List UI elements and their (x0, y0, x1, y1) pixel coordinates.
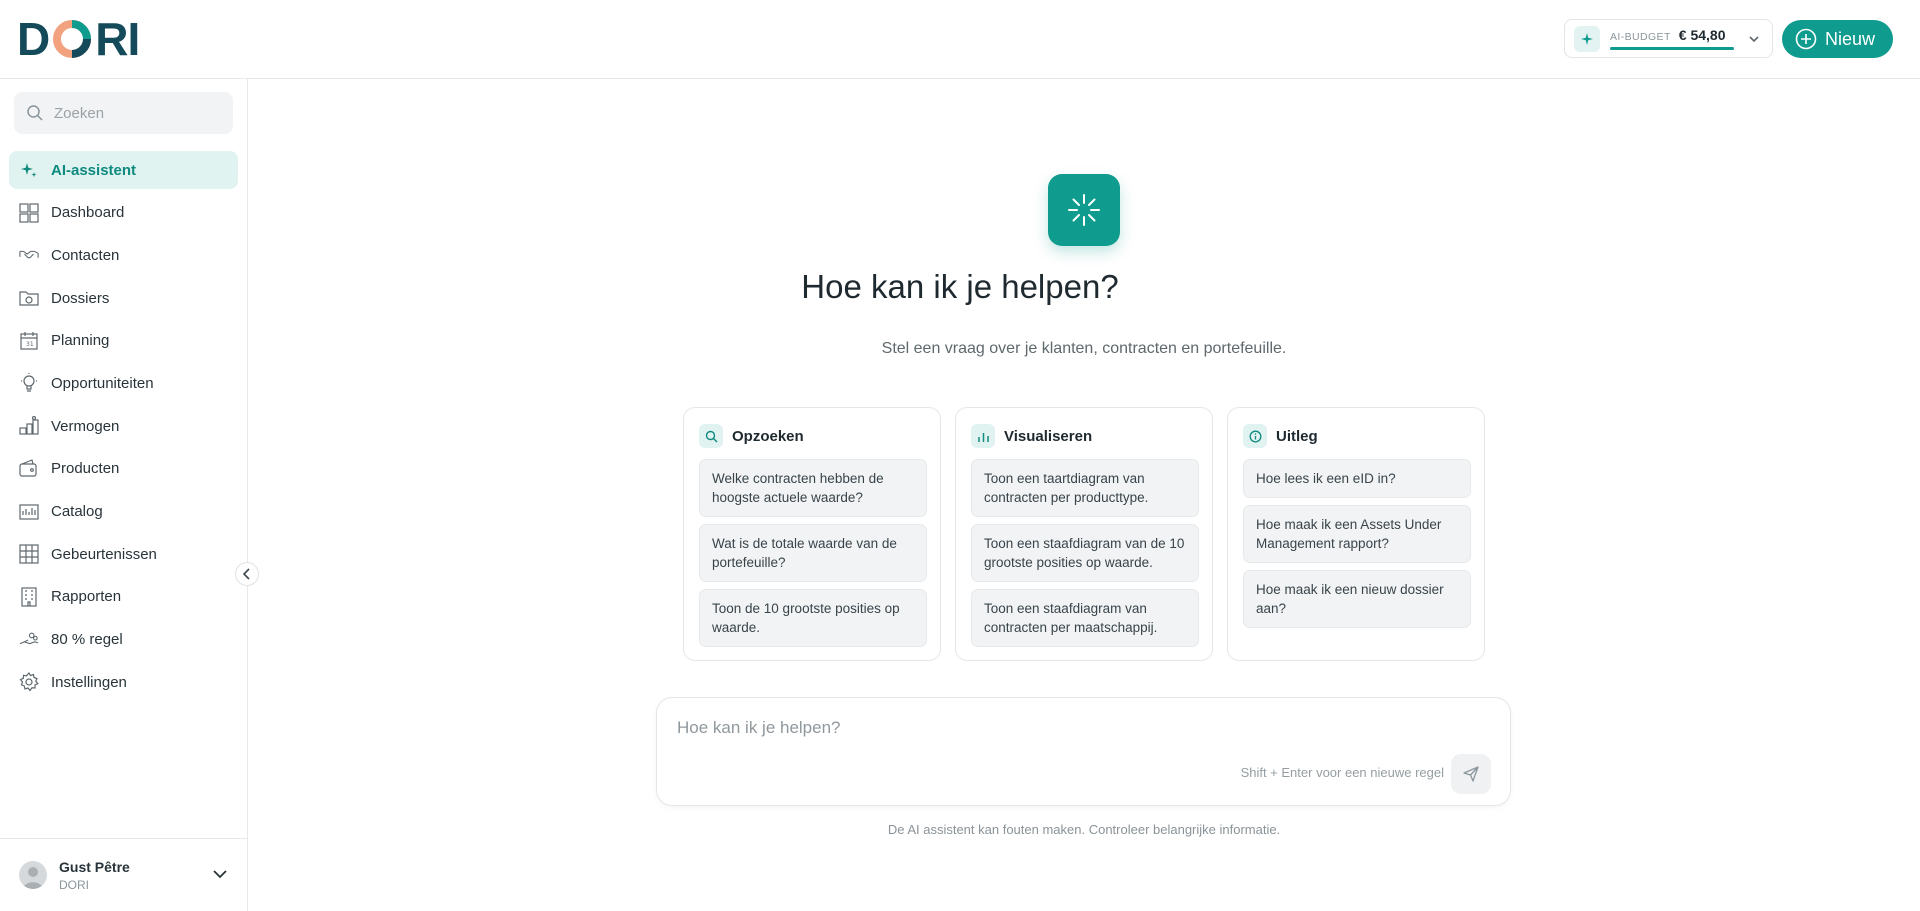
budget-label: AI-BUDGET (1610, 31, 1671, 43)
wallet-icon (19, 459, 39, 479)
ai-budget-dropdown[interactable]: AI-BUDGET € 54,80 (1564, 19, 1773, 58)
suggestion-chip[interactable]: Toon een staafdiagram van de 10 grootste… (971, 524, 1199, 582)
card-visualiseren: Visualiseren Toon een taartdiagram van c… (955, 407, 1213, 661)
suggestion-chip[interactable]: Toon de 10 grootste posities op waarde. (699, 589, 927, 647)
handshake-icon (19, 245, 39, 265)
dori-logo[interactable]: D RI (17, 13, 140, 65)
sidebar-item-opportuniteiten[interactable]: Opportuniteiten (9, 364, 238, 402)
user-org: DORI (59, 877, 89, 892)
search-icon (699, 424, 723, 448)
sidebar-item-vermogen[interactable]: Vermogen (9, 407, 238, 445)
sidebar-item-label: AI-assistent (51, 161, 137, 179)
sidebar-item-label: Vermogen (51, 417, 120, 435)
hand-coins-icon (19, 630, 39, 650)
top-header: D RI AI-BUDGET € 54,80 Nieuw (0, 0, 1920, 79)
wealth-icon (19, 416, 39, 436)
catalog-icon (19, 502, 39, 522)
ai-disclaimer: De AI assistent kan fouten maken. Contro… (887, 822, 1281, 837)
sidebar-item-label: Rapporten (51, 588, 122, 606)
search-input[interactable] (54, 104, 214, 122)
sidebar-item-label: Planning (51, 332, 110, 350)
chevron-left-icon (242, 568, 250, 580)
plus-circle-icon (1795, 28, 1817, 50)
sidebar-item-dashboard[interactable]: Dashboard (9, 194, 238, 232)
info-icon (1243, 424, 1267, 448)
sidebar-search[interactable] (14, 92, 233, 134)
bar-chart-icon (971, 424, 995, 448)
chevron-down-icon[interactable] (212, 868, 228, 880)
budget-sparkle-icon (1574, 25, 1600, 52)
sparkle-icon (19, 160, 39, 180)
sidebar-item-label: Producten (51, 460, 120, 478)
building-icon (19, 587, 39, 607)
card-title: Visualiseren (1004, 427, 1093, 445)
budget-value: € 54,80 (1678, 27, 1726, 43)
card-title: Opzoeken (732, 427, 804, 445)
page-title-text: Hoe kan ik je helpen? (801, 268, 1119, 305)
card-uitleg: Uitleg Hoe lees ik een eID in? Hoe maak … (1227, 407, 1485, 661)
new-button-label: Nieuw (1825, 28, 1876, 49)
sidebar-item-label: 80 % regel (51, 631, 123, 649)
page-title: Hoe kan ik je helpen? (0, 268, 1672, 306)
sidebar-item-label: Opportuniteiten (51, 374, 154, 392)
sidebar: AI-assistent Dashboard Contacten Dossier… (0, 79, 259, 911)
suggestion-chip[interactable]: Welke contracten hebben de hoogste actue… (699, 459, 927, 517)
sidebar-item-catalog[interactable]: Catalog (9, 493, 238, 531)
sidebar-item-label: Gebeurtenissen (51, 545, 157, 563)
sidebar-item-80-regel[interactable]: 80 % regel (9, 621, 238, 659)
sidebar-nav: AI-assistent Dashboard Contacten Dossier… (9, 151, 238, 706)
user-menu[interactable]: Gust Pêtre DORI (0, 838, 248, 911)
card-opzoeken: Opzoeken Welke contracten hebben de hoog… (683, 407, 941, 661)
budget-progress-bar (1610, 47, 1734, 50)
logo-letter-d: D (17, 13, 50, 65)
sidebar-item-label: Catalog (51, 503, 103, 520)
suggestion-chip[interactable]: Hoe lees ik een eID in? (1243, 459, 1471, 498)
logo-o-icon (53, 20, 92, 58)
card-title: Uitleg (1276, 427, 1318, 445)
suggestion-chip[interactable]: Toon een taartdiagram van contracten per… (971, 459, 1199, 517)
sidebar-item-planning[interactable]: 31 Planning (9, 322, 238, 360)
suggestion-chip[interactable]: Wat is de totale waarde van de portefeui… (699, 524, 927, 582)
dashboard-icon (19, 203, 39, 223)
composer-hint: Shift + Enter voor een nieuwe regel (1240, 765, 1444, 780)
send-button[interactable] (1451, 754, 1491, 794)
sidebar-item-producten[interactable]: Producten (9, 450, 238, 488)
sidebar-item-instellingen[interactable]: Instellingen (9, 663, 238, 701)
page-subtitle: Stel een vraag over je klanten, contract… (881, 340, 1287, 357)
user-name: Gust Pêtre (59, 858, 130, 875)
sidebar-item-gebeurtenissen[interactable]: Gebeurtenissen (9, 535, 238, 573)
sidebar-item-label: Dashboard (51, 204, 125, 222)
sidebar-item-label: Contacten (51, 246, 120, 264)
avatar (19, 861, 47, 889)
sidebar-item-ai-assistent[interactable]: AI-assistent (9, 151, 238, 189)
sidebar-collapse-button[interactable] (235, 562, 259, 586)
gear-icon (19, 672, 39, 692)
lightbulb-icon (19, 373, 39, 393)
search-icon (27, 105, 43, 121)
send-icon (1463, 766, 1479, 782)
suggestion-chip[interactable]: Toon een staafdiagram van contracten per… (971, 589, 1199, 647)
sidebar-item-label: Instellingen (51, 673, 127, 691)
calendar-icon: 31 (19, 331, 39, 351)
suggestion-chip[interactable]: Hoe maak ik een nieuw dossier aan? (1243, 570, 1471, 628)
logo-letters-ri: RI (95, 13, 140, 65)
chevron-down-icon (1749, 36, 1759, 43)
events-icon (19, 544, 39, 564)
suggestion-chip[interactable]: Hoe maak ik een Assets Under Management … (1243, 505, 1471, 563)
ai-hero-icon (1048, 174, 1120, 246)
sidebar-item-rapporten[interactable]: Rapporten (9, 578, 238, 616)
chat-input[interactable] (677, 718, 1477, 748)
suggestion-cards: Opzoeken Welke contracten hebben de hoog… (683, 407, 1485, 661)
svg-text:31: 31 (26, 341, 34, 348)
new-button[interactable]: Nieuw (1782, 20, 1893, 58)
chat-composer: Shift + Enter voor een nieuwe regel (656, 697, 1511, 806)
